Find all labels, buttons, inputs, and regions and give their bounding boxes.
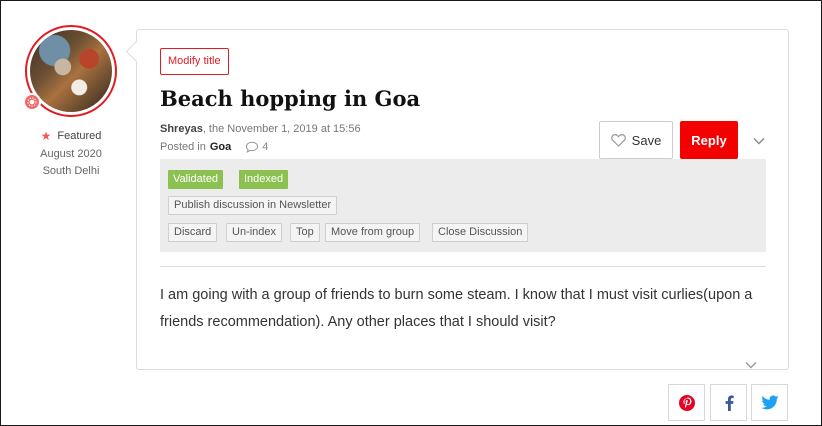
facebook-icon [725, 395, 734, 411]
avatar[interactable] [23, 25, 117, 117]
expand-chevron-icon[interactable] [744, 357, 758, 375]
post-card: Modify title Beach hopping in Goa Shreya… [136, 29, 789, 370]
indexed-badge[interactable]: Indexed [239, 170, 289, 189]
group-link[interactable]: Goa [210, 141, 231, 153]
author-name-link[interactable]: Shreyas [160, 123, 203, 135]
save-label: Save [631, 132, 662, 148]
posted-in: Posted in Goa 4 [160, 141, 268, 153]
avatar-image[interactable] [30, 30, 112, 112]
star-icon: ★ [40, 129, 52, 143]
modify-title-button[interactable]: Modify title [160, 48, 229, 75]
comment-icon [246, 141, 259, 153]
discard-button[interactable]: Discard [168, 223, 218, 242]
move-from-group-button[interactable]: Move from group [325, 223, 421, 242]
save-button[interactable]: Save [599, 121, 673, 159]
post-body: I am going with a group of friends to bu… [160, 287, 753, 330]
divider [160, 266, 766, 267]
featured-badge-icon [23, 93, 41, 111]
twitter-icon [761, 395, 778, 410]
comment-count[interactable]: 4 [245, 141, 268, 153]
pinterest-icon [678, 394, 695, 411]
top-button[interactable]: Top [290, 223, 320, 242]
posted-in-label: Posted in [160, 141, 206, 153]
publish-newsletter-button[interactable]: Publish discussion in Newsletter [168, 196, 338, 215]
post-date: , the November 1, 2019 at 15:56 [202, 123, 361, 135]
author-joined: August 2020 [40, 148, 102, 160]
twitter-share-button[interactable] [751, 384, 788, 421]
author-panel: ★ Featured August 2020 South Delhi [23, 25, 119, 177]
post-title: Beach hopping in Goa [160, 86, 421, 111]
featured-label-row: ★ Featured [23, 129, 119, 143]
validated-badge[interactable]: Validated [168, 170, 224, 189]
byline: Shreyas, the November 1, 2019 at 15:56 [160, 123, 361, 135]
comment-count-value: 4 [262, 141, 269, 153]
reply-button[interactable]: Reply [680, 121, 738, 159]
moderation-panel: Validated Indexed Publish discussion in … [160, 159, 766, 252]
author-location: South Delhi [42, 165, 100, 177]
close-discussion-button[interactable]: Close Discussion [432, 223, 529, 242]
pinterest-share-button[interactable] [668, 384, 705, 421]
chevron-down-icon[interactable] [752, 133, 766, 151]
featured-label: Featured [57, 130, 102, 142]
unindex-button[interactable]: Un-index [226, 223, 283, 242]
heart-icon [610, 133, 626, 147]
facebook-share-button[interactable] [710, 384, 747, 421]
